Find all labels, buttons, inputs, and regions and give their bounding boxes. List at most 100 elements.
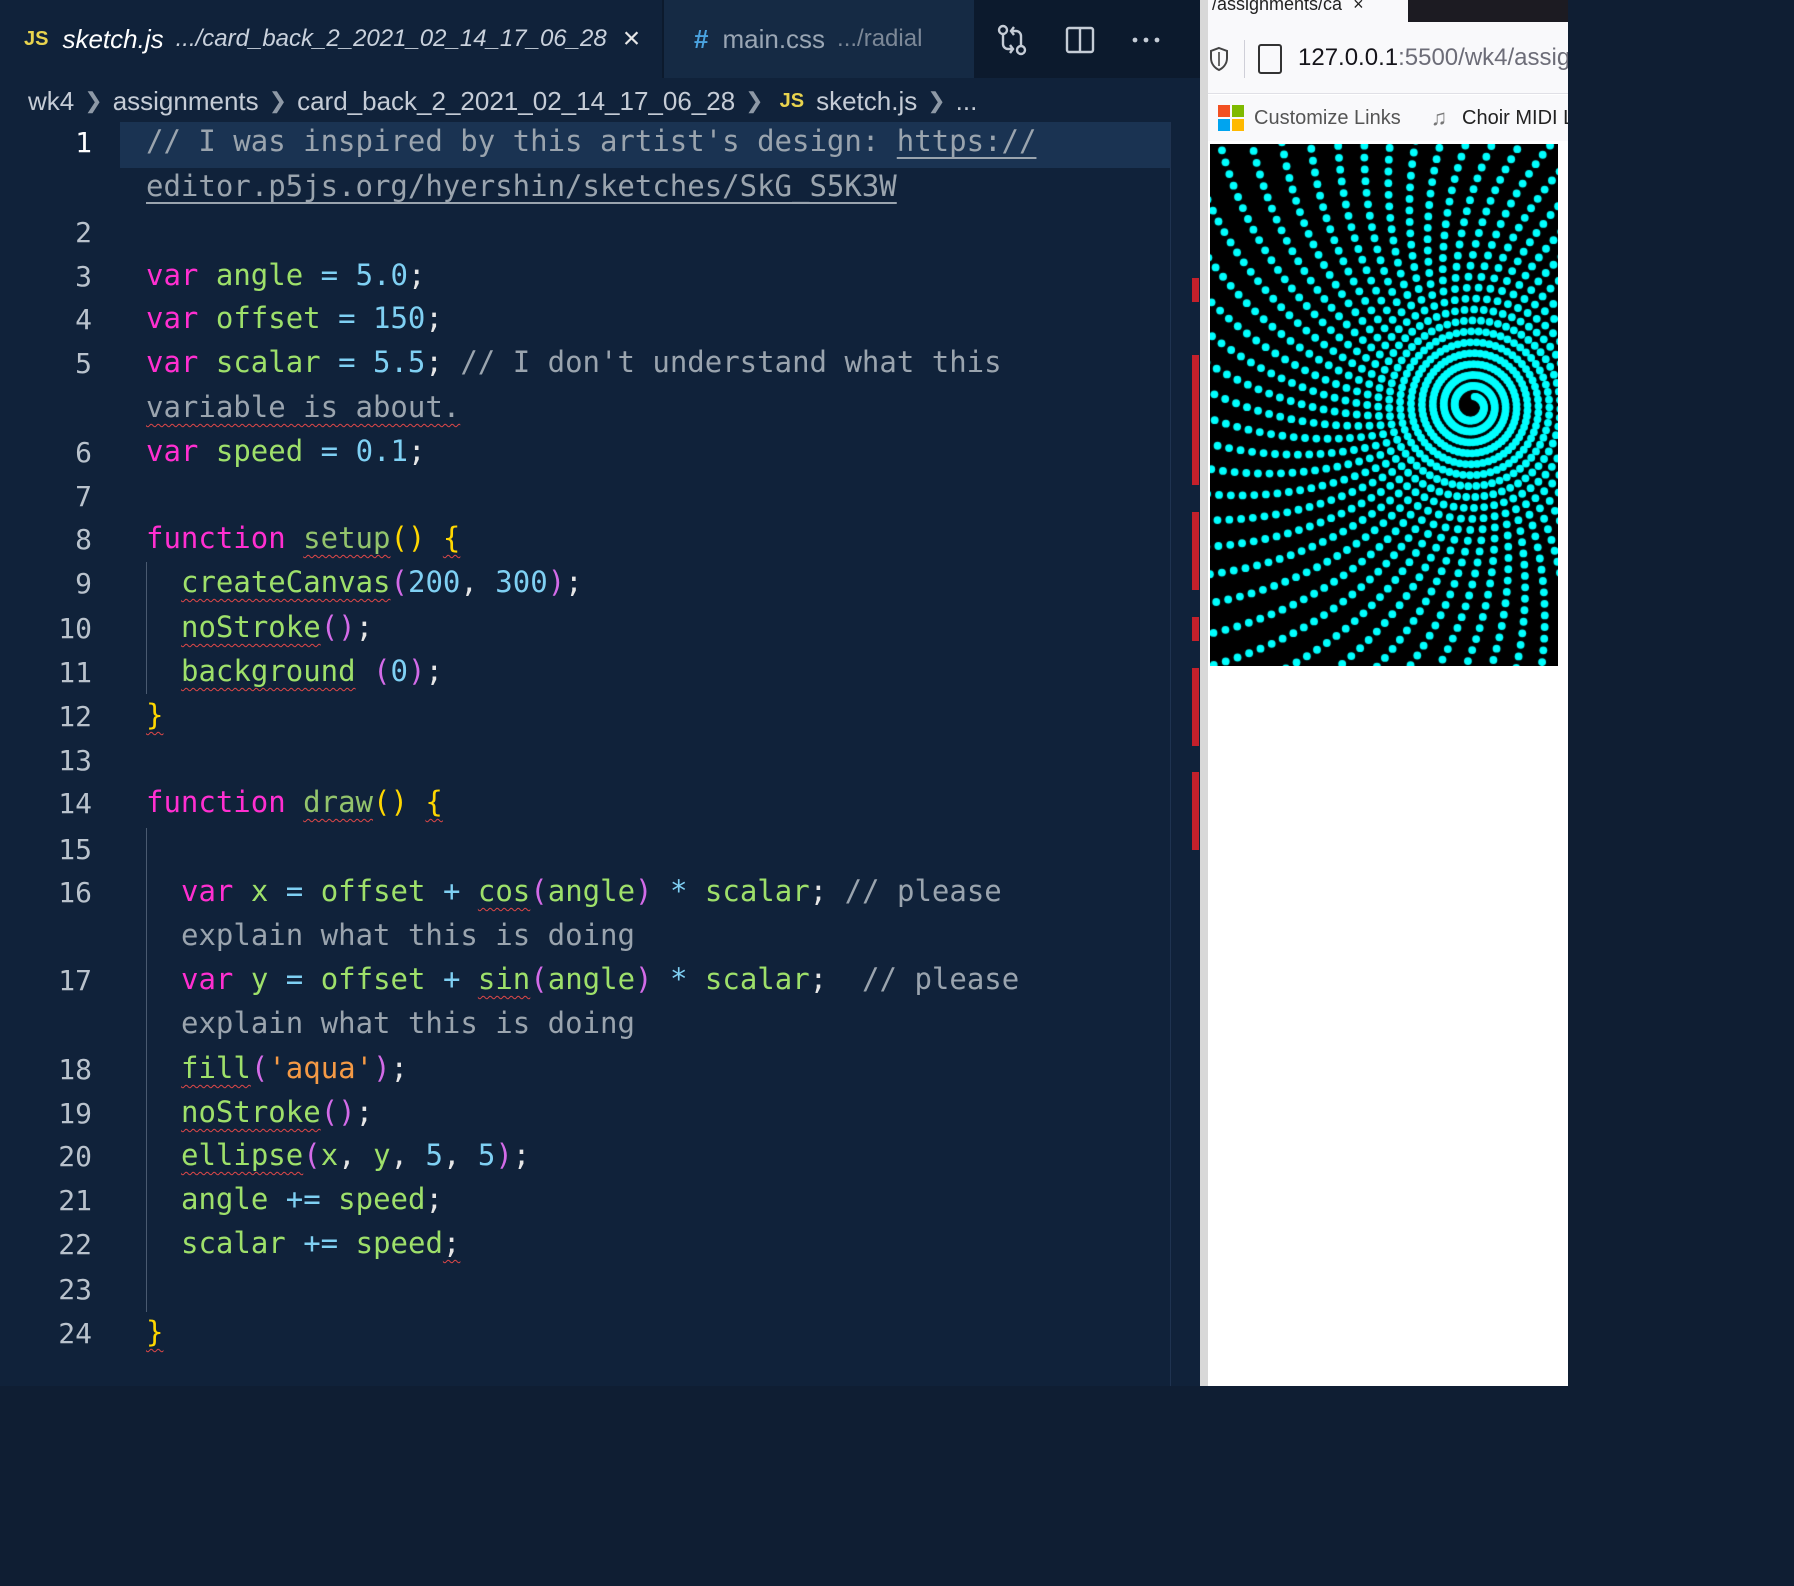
code-line-16: var x = offset + cos(angle) * scalar; //… <box>181 874 1002 908</box>
identifier: speed <box>355 1226 443 1260</box>
keyword: function <box>146 521 286 555</box>
punctuation: () <box>390 521 426 555</box>
code-line-22: scalar += speed; <box>181 1226 460 1260</box>
code-line-19: noStroke(); <box>181 1095 373 1129</box>
punctuation: ; <box>355 1095 374 1129</box>
code-line-5: var scalar = 5.5; // I don't understand … <box>146 345 1002 379</box>
code-line-1: // I was inspired by this artist's desig… <box>146 124 1036 158</box>
bookmark-label: Choir MIDI L <box>1462 106 1568 129</box>
browser-tab[interactable]: /assignments/ca × <box>1208 0 1408 22</box>
line-number: 4 <box>75 303 92 336</box>
number: 150 <box>373 301 426 335</box>
punctuation: ) <box>635 874 653 908</box>
compare-changes-icon[interactable] <box>990 18 1034 62</box>
comment-text: variable is about. <box>146 390 461 424</box>
punctuation: ; <box>425 345 443 379</box>
punctuation: ( <box>303 1138 321 1172</box>
punctuation: ) <box>408 654 426 688</box>
keyword: var <box>146 301 199 335</box>
code-line-14: function draw() { <box>146 785 443 819</box>
line-number: 1 <box>75 126 92 159</box>
number: 5.0 <box>355 258 408 292</box>
comment-link[interactable]: https:// <box>897 124 1037 158</box>
window-divider[interactable] <box>1200 0 1208 1386</box>
breadcrumb-item[interactable]: ... <box>956 86 978 117</box>
comment-text: // please <box>827 962 1020 996</box>
identifier: offset <box>320 962 426 996</box>
url-text[interactable]: 127.0.0.1:5500/wk4/assig <box>1298 44 1568 72</box>
function-name: setup <box>303 521 391 555</box>
code-line-16-wrap: explain what this is doing <box>181 918 635 952</box>
punctuation: ( <box>390 565 408 599</box>
line-number: 24 <box>58 1317 92 1350</box>
punctuation: , <box>460 565 496 599</box>
breadcrumb-item[interactable]: wk4 <box>28 86 74 117</box>
breadcrumb-item[interactable]: card_back_2_2021_02_14_17_06_28 <box>297 86 735 117</box>
identifier: x <box>250 874 269 908</box>
punctuation: ; <box>442 1226 461 1260</box>
function-call: fill <box>181 1051 251 1085</box>
bookmark-choir-midi[interactable]: ♫ Choir MIDI L <box>1426 105 1568 131</box>
comment-text: // I don't understand what this <box>442 345 1002 379</box>
comment-link[interactable]: editor.p5js.org/hyershin/sketches/SkG_S5… <box>146 169 897 203</box>
punctuation: ) <box>635 962 653 996</box>
operator: = <box>303 258 356 292</box>
code-line-12: } <box>146 698 163 732</box>
line-number: 8 <box>75 523 92 556</box>
error-marker[interactable] <box>1192 512 1199 590</box>
bookmark-customize-links[interactable]: Customize Links <box>1218 105 1401 131</box>
identifier: angle <box>181 1182 269 1216</box>
operator: += <box>285 1226 356 1260</box>
error-marker[interactable] <box>1192 772 1199 850</box>
error-marker[interactable] <box>1192 278 1199 302</box>
spiral-dots-canvas <box>1210 144 1558 666</box>
code-line-4: var offset = 150; <box>146 301 443 335</box>
punctuation: ( <box>530 962 548 996</box>
code-line-24: } <box>146 1315 163 1349</box>
keyword: var <box>181 962 234 996</box>
punctuation: ( <box>355 654 391 688</box>
code-area[interactable]: 1 2 3 4 5 6 7 8 9 10 11 12 13 14 15 16 1… <box>0 122 1180 1386</box>
punctuation: , <box>338 1138 374 1172</box>
chevron-right-icon: ❯ <box>268 88 288 113</box>
code-line-8: function setup() { <box>146 521 460 555</box>
tab-sketch-js[interactable]: JS sketch.js .../card_back_2_2021_02_14_… <box>0 0 662 78</box>
punctuation: } <box>146 1315 164 1349</box>
error-marker[interactable] <box>1192 617 1199 641</box>
punctuation: { <box>425 785 443 819</box>
line-number: 10 <box>58 612 92 645</box>
address-bar[interactable]: 127.0.0.1:5500/wk4/assig <box>1208 22 1568 94</box>
error-marker[interactable] <box>1192 668 1199 746</box>
bookmarks-bar: Customize Links ♫ Choir MIDI L <box>1208 95 1568 141</box>
operator: * <box>652 874 705 908</box>
line-number: 23 <box>58 1273 92 1306</box>
split-editor-icon[interactable] <box>1058 18 1102 62</box>
line-number: 15 <box>58 833 92 866</box>
more-actions-icon[interactable] <box>1124 18 1168 62</box>
function-call: noStroke <box>181 1095 321 1129</box>
code-line-17: var y = offset + sin(angle) * scalar; //… <box>181 962 1019 996</box>
code-editor[interactable]: JS sketch.js .../card_back_2_2021_02_14_… <box>0 0 1200 1386</box>
function-call: sin <box>477 962 531 996</box>
line-number: 13 <box>58 744 92 777</box>
operator: + <box>425 874 478 908</box>
shield-icon[interactable] <box>1208 46 1230 72</box>
close-tab-icon[interactable]: × <box>1353 0 1364 14</box>
error-marker[interactable] <box>1192 355 1199 485</box>
bookmark-label: Customize Links <box>1254 106 1401 129</box>
close-tab-icon[interactable]: × <box>623 22 641 56</box>
punctuation: , <box>442 1138 478 1172</box>
line-number: 6 <box>75 436 92 469</box>
breadcrumb-item[interactable]: assignments <box>113 86 259 117</box>
string: 'aqua' <box>268 1051 374 1085</box>
function-call: noStroke <box>181 610 321 644</box>
browser-tab-title: /assignments/ca <box>1212 0 1343 14</box>
line-number: 22 <box>58 1228 92 1261</box>
punctuation: ; <box>565 565 583 599</box>
p5-sketch-canvas[interactable] <box>1210 144 1558 666</box>
identifier: scalar <box>181 1226 286 1260</box>
line-number: 18 <box>58 1053 92 1086</box>
punctuation: ; <box>512 1138 531 1172</box>
tab-main-css[interactable]: # main.css .../radial <box>664 0 974 78</box>
breadcrumb-item[interactable]: sketch.js <box>816 86 917 117</box>
